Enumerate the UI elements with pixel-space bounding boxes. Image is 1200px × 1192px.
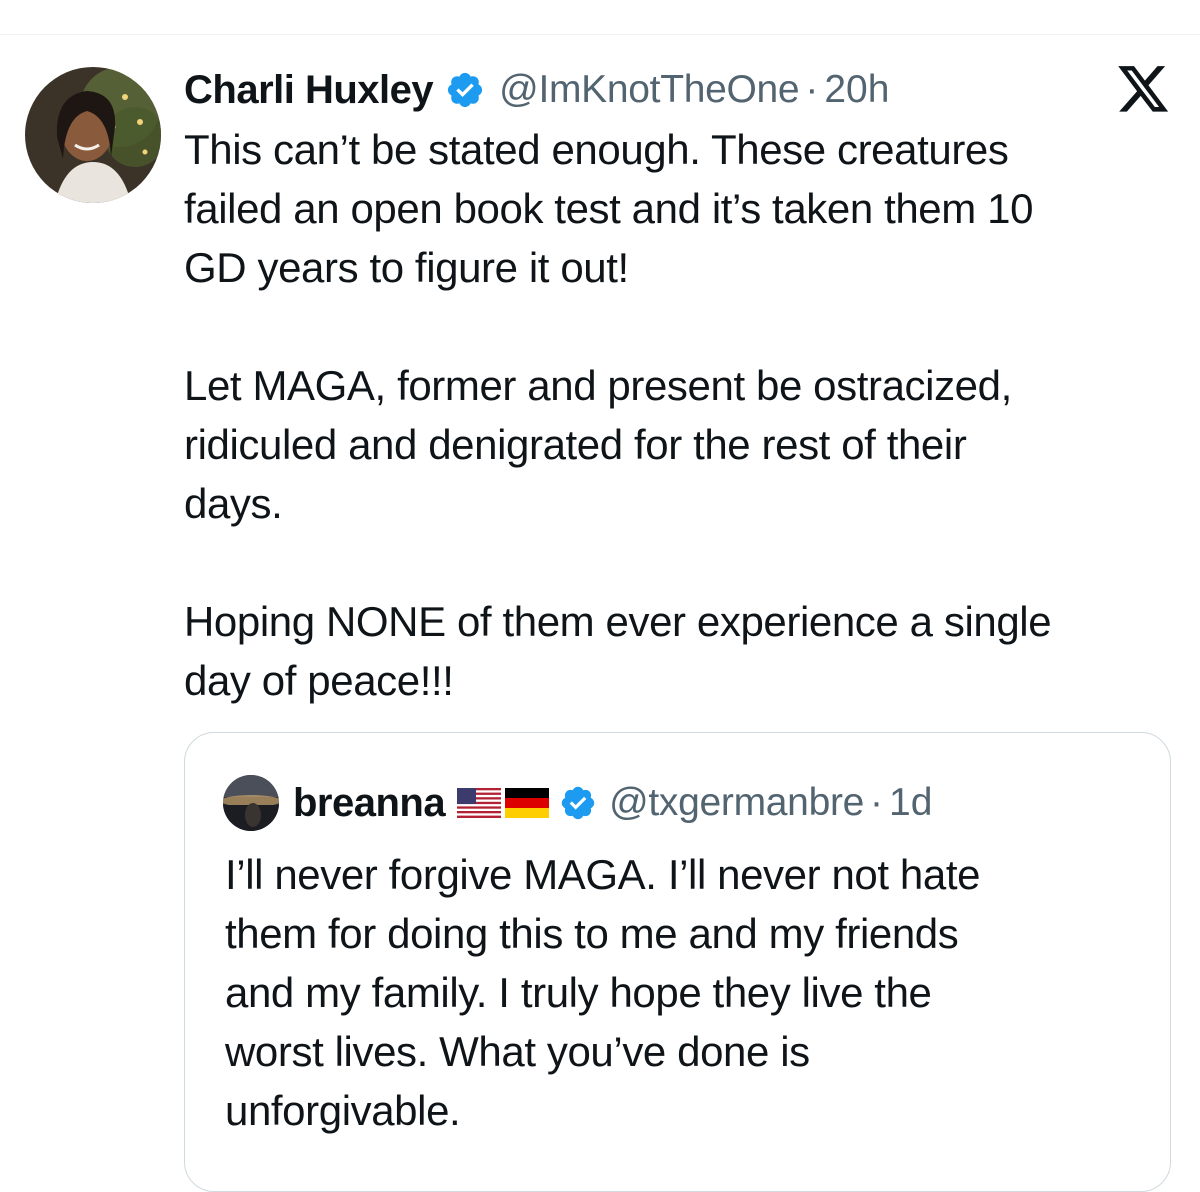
us-flag-icon xyxy=(457,788,502,818)
quoted-tweet-card[interactable]: breanna @txgermanbre · 1d I’ll never for… xyxy=(184,732,1171,1192)
separator-dot: · xyxy=(870,781,884,824)
tweet-paragraph: This can’t be stated enough. These creat… xyxy=(184,126,1034,291)
author-display-name[interactable]: Charli Huxley xyxy=(184,68,434,113)
author-avatar[interactable] xyxy=(25,67,161,203)
quoted-tweet-timestamp[interactable]: 1d xyxy=(889,781,932,825)
quoted-tweet-body: I’ll never forgive MAGA. I’ll never not … xyxy=(225,851,981,1134)
verified-badge-icon xyxy=(445,70,485,110)
tweet-header: Charli Huxley @ImKnotTheOne · 20h xyxy=(184,62,889,118)
verified-badge-icon xyxy=(559,784,597,822)
flag-emojis xyxy=(457,788,550,818)
germany-flag-icon xyxy=(505,788,550,818)
quoted-author-display-name[interactable]: breanna xyxy=(293,781,446,826)
tweet-body: This can’t be stated enough. These creat… xyxy=(184,120,1174,710)
tweet-paragraph: Hoping NONE of them ever experience a si… xyxy=(184,598,1052,704)
quoted-author-avatar[interactable] xyxy=(223,775,279,831)
x-logo-icon[interactable] xyxy=(1118,66,1170,114)
quoted-tweet-header: breanna @txgermanbre · 1d xyxy=(223,775,932,831)
separator-dot: · xyxy=(805,68,819,111)
quoted-author-handle[interactable]: @txgermanbre xyxy=(609,781,864,825)
tweet-timestamp[interactable]: 20h xyxy=(824,68,889,112)
tweet-paragraph: Let MAGA, former and present be ostraciz… xyxy=(184,362,1012,527)
author-handle[interactable]: @ImKnotTheOne xyxy=(499,68,799,112)
top-divider xyxy=(0,34,1200,35)
